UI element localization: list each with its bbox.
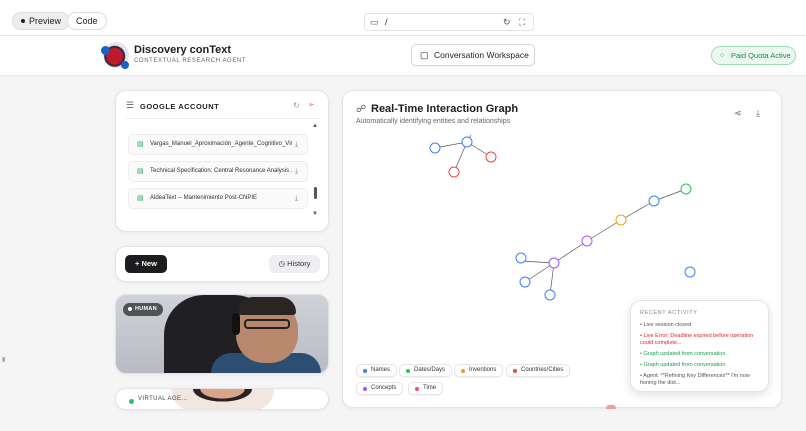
file-name: AldeaText -- Mantenimiento Post-CNPIE <box>150 195 258 201</box>
graph-edges <box>434 134 687 296</box>
conversation-workspace-button[interactable]: ▢ Conversation Workspace <box>411 44 535 66</box>
scroll-down-icon[interactable]: ▼ <box>312 211 318 217</box>
url-path[interactable]: / <box>385 14 388 30</box>
graph-node[interactable] <box>485 151 497 163</box>
new-session-button[interactable]: + New <box>125 255 167 273</box>
legend-dot <box>363 369 367 373</box>
scroll-up-icon[interactable]: ▲ <box>312 123 318 129</box>
brand-subtitle: CONTEXTUAL RESEARCH AGENT <box>134 58 247 64</box>
legend-dot <box>461 369 465 373</box>
graph-title: Real-Time Interaction Graph <box>371 103 519 115</box>
download-icon[interactable]: ⤓ <box>295 135 298 154</box>
graph-node[interactable] <box>448 166 460 178</box>
quota-status-badge: ○ Paid Quota Active <box>711 46 796 65</box>
graph-node[interactable] <box>680 183 692 195</box>
graph-node[interactable] <box>548 257 560 269</box>
graph-node[interactable] <box>515 252 527 264</box>
graph-node[interactable] <box>519 276 531 288</box>
legend-dot <box>415 387 419 391</box>
legend-inventions[interactable]: Inventions <box>454 364 504 377</box>
legend-dot <box>363 387 367 391</box>
graph-node[interactable] <box>461 136 473 148</box>
file-item[interactable]: ▤ AldeaText -- Mantenimiento Post-CNPIE … <box>128 188 308 209</box>
refresh-icon[interactable]: ↻ <box>293 101 300 110</box>
legend-dates[interactable]: Dates/Days <box>399 364 453 377</box>
file-item[interactable]: ▤ Vargas_Manuel_Aproximación_Agente_Cogn… <box>128 134 308 155</box>
human-tag: HUMAN <box>123 303 163 316</box>
send-icon[interactable]: ➢ <box>308 100 315 109</box>
google-account-title: GOOGLE ACCOUNT <box>140 102 220 111</box>
clock-icon: ◷ <box>278 259 286 268</box>
graph-node[interactable] <box>615 214 627 226</box>
activity-item: Agent: **Refining Key Differences** I'm … <box>640 373 764 387</box>
active-dot-icon <box>21 18 25 23</box>
scrollbar-thumb[interactable] <box>314 187 317 199</box>
file-name: Vargas_Manuel_Aproximación_Agente_Cognit… <box>150 141 292 147</box>
activity-item: Graph updated from conversation. <box>640 362 764 369</box>
graph-nodes[interactable] <box>429 136 696 301</box>
code-button[interactable]: Code <box>67 12 107 30</box>
database-icon: ☰ <box>126 100 135 110</box>
graph-network-icon: ☍ <box>356 104 367 115</box>
session-actions-panel: + New ◷ History <box>115 246 329 282</box>
file-item[interactable]: ▤ Technical Specification: Central Reson… <box>128 161 308 182</box>
legend-dot <box>406 369 410 373</box>
download-icon[interactable]: ⤓ <box>295 162 298 181</box>
legend-names[interactable]: Names <box>356 364 398 377</box>
download-icon[interactable]: ⤓ <box>295 189 298 208</box>
legend-countries[interactable]: Countries/Cities <box>506 364 571 377</box>
top-toolbar: Preview Code ▭ / ↻ ⛶ <box>0 0 806 36</box>
document-icon: ▤ <box>137 195 144 202</box>
video-person-headset <box>232 313 240 335</box>
google-account-panel: ☰ GOOGLE ACCOUNT ↻ ➢ ▲ ▤ Vargas_Manuel_A… <box>115 90 329 232</box>
document-icon: ▤ <box>137 141 144 148</box>
chat-icon: ▢ <box>420 50 429 60</box>
legend-dot <box>513 369 517 373</box>
virtual-agent-panel: VIRTUAL AGE... <box>115 388 329 410</box>
legend-time[interactable]: Time <box>408 382 444 395</box>
human-video-feed: HUMAN <box>115 294 329 374</box>
activity-title: RECENT ACTIVITY <box>640 310 698 316</box>
agent-status-dot <box>129 399 134 404</box>
activity-item: Live session closed <box>640 322 764 329</box>
file-name: Technical Specification: Central Resonan… <box>150 168 292 174</box>
device-icon[interactable]: ▭ <box>370 14 379 30</box>
resize-handle-icon[interactable]: ▮ <box>2 356 5 363</box>
graph-node[interactable] <box>684 266 696 278</box>
reload-icon[interactable]: ↻ <box>503 14 511 30</box>
graph-node[interactable] <box>648 195 660 207</box>
graph-subtitle: Automatically identifying entities and r… <box>356 118 511 125</box>
activity-item: Graph updated from conversation. <box>640 351 764 358</box>
preview-button[interactable]: Preview <box>12 12 71 30</box>
fullscreen-icon[interactable]: ⛶ <box>519 14 525 30</box>
agent-label: VIRTUAL AGE... <box>138 396 188 402</box>
history-button[interactable]: ◷ History <box>269 255 320 273</box>
video-person-hair <box>238 297 296 315</box>
activity-item: Live Error: Deadline expired before oper… <box>640 333 764 347</box>
scroll-indicator <box>606 405 616 409</box>
graph-node[interactable] <box>544 289 556 301</box>
url-bar[interactable]: ▭ / ↻ ⛶ <box>364 13 534 31</box>
recent-activity-panel: RECENT ACTIVITY Live session closed Live… <box>630 300 769 392</box>
download-icon[interactable]: ⤓ <box>756 108 760 119</box>
share-icon[interactable]: ⋖ <box>734 108 742 119</box>
document-icon: ▤ <box>137 168 144 175</box>
divider <box>126 118 320 119</box>
graph-node[interactable] <box>429 142 441 154</box>
graph-node[interactable] <box>581 235 593 247</box>
legend-concepts[interactable]: Concepts <box>356 382 404 395</box>
status-circle-icon: ○ <box>720 52 725 59</box>
video-person-glasses <box>244 319 290 329</box>
brand-logo-icon <box>101 42 129 69</box>
brand-title: Discovery conText <box>134 44 232 56</box>
